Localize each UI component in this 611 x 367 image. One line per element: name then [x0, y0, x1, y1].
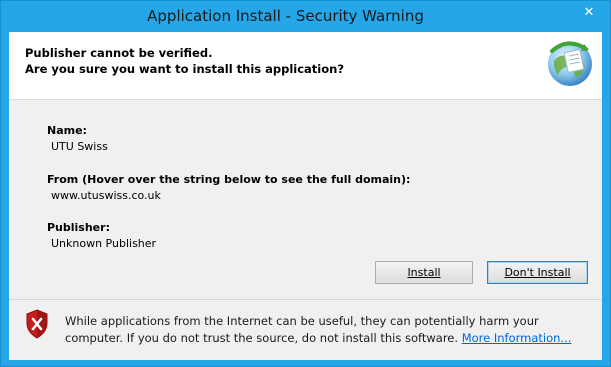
application-install-globe-icon [548, 41, 592, 86]
header-panel: Publisher cannot be verified. Are you su… [9, 32, 602, 100]
window-title: Application Install - Security Warning [147, 7, 424, 25]
dont-install-button[interactable]: Don't Install [487, 261, 588, 284]
install-question-heading: Are you sure you want to install this ap… [25, 62, 345, 76]
more-information-link[interactable]: More Information... [462, 331, 572, 345]
footer-divider [9, 299, 602, 300]
security-shield-icon [26, 309, 48, 339]
dont-install-button-label: Don't Install [504, 266, 571, 279]
title-bar[interactable]: Application Install - Security Warning ✕ [1, 1, 610, 32]
dialog-body: Publisher cannot be verified. Are you su… [9, 32, 602, 360]
security-warning-dialog: Application Install - Security Warning ✕… [0, 0, 611, 367]
install-button[interactable]: Install [375, 261, 473, 284]
install-button-label: Install [407, 266, 441, 279]
name-value: UTU Swiss [51, 140, 108, 153]
publisher-label: Publisher: [47, 221, 110, 234]
security-warning-text: While applications from the Internet can… [65, 313, 585, 347]
from-label: From (Hover over the string below to see… [47, 173, 411, 186]
name-label: Name: [47, 124, 87, 137]
publisher-warning-heading: Publisher cannot be verified. [25, 46, 213, 60]
close-icon: ✕ [583, 4, 595, 20]
close-button[interactable]: ✕ [574, 2, 604, 22]
publisher-value: Unknown Publisher [51, 237, 157, 250]
from-value[interactable]: www.utuswiss.co.uk [51, 189, 161, 202]
